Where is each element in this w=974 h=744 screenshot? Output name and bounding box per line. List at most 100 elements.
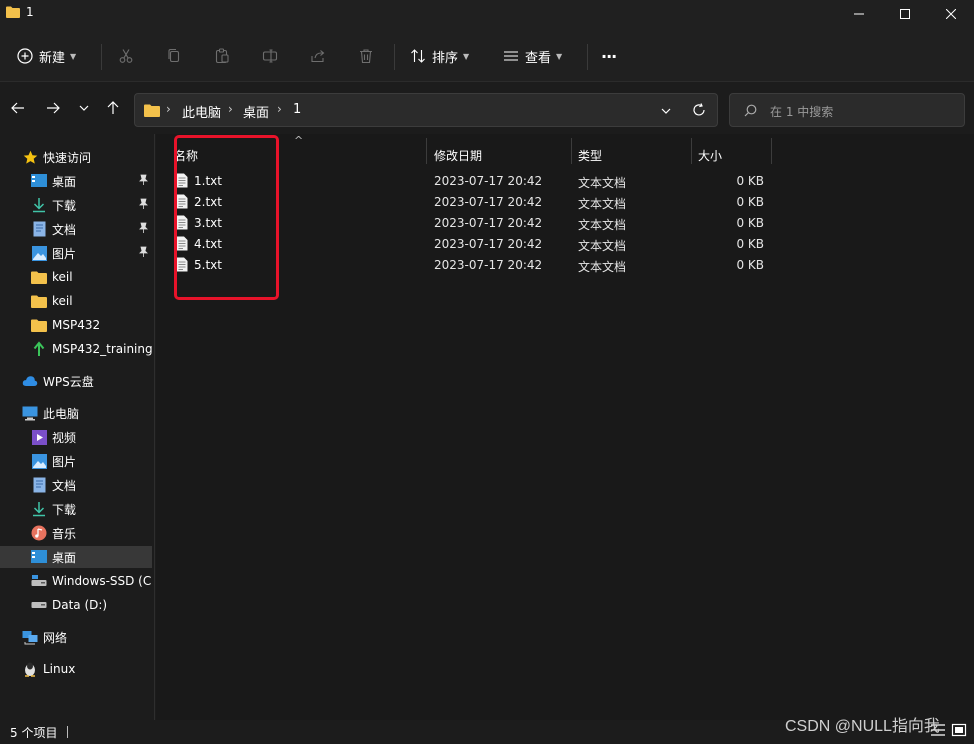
file-date: 2023-07-17 20:42 [434,195,543,209]
star-icon [22,149,38,165]
sidebar-item-videos[interactable]: 视频 [0,426,152,448]
forward-button[interactable] [43,98,63,118]
watermark: CSDN @NULL指向我 [785,718,940,735]
drive-icon [31,573,47,589]
file-size: 0 KB [736,237,764,251]
sort-button[interactable]: 排序 ▼ [410,42,469,70]
sidebar-item-drive-d[interactable]: Data (D:) [0,594,152,616]
sidebar-item-linux[interactable]: Linux [0,658,152,680]
sidebar-item-msp432[interactable]: MSP432 [0,314,152,336]
search-box[interactable]: 在 1 中搜索 [729,93,965,127]
status-divider [67,726,68,738]
address-bar[interactable]: › 此电脑 › 桌面 › 1 [134,93,718,127]
window-title: 1 [26,5,34,19]
chevron-down-icon[interactable] [661,106,671,116]
sidebar-item-pictures[interactable]: 图片 [0,450,152,472]
column-divider[interactable] [691,138,692,164]
cloud-icon [22,373,38,389]
music-icon [31,525,47,541]
breadcrumb-current[interactable]: 1 [293,102,301,117]
sidebar-item-quick-access[interactable]: 快速访问 [0,146,152,168]
download-icon [31,501,47,517]
network-icon [22,629,38,645]
file-type: 文本文档 [578,197,627,211]
maximize-button[interactable] [882,0,928,28]
clipboard-icon [215,48,229,64]
pin-icon[interactable] [137,174,149,186]
share-button[interactable] [310,42,326,70]
sidebar-item-network[interactable]: 网络 [0,626,152,648]
rename-button[interactable] [262,42,278,70]
paste-button[interactable] [214,42,230,70]
column-header-size[interactable]: 大小 [698,142,722,168]
sidebar-item-keil[interactable]: keil [0,266,152,288]
folder-icon [31,269,47,285]
pin-icon[interactable] [137,246,149,258]
breadcrumb-separator: › [277,102,282,116]
up-button[interactable] [103,98,123,118]
item-count: 5 个项目 [10,726,58,740]
video-icon [31,429,47,445]
desktop-icon [31,173,47,189]
view-button[interactable]: 查看 ▼ [503,42,562,70]
more-button[interactable]: ··· [601,42,617,70]
file-size: 0 KB [736,258,764,272]
search-icon [744,104,757,117]
sidebar-item-music[interactable]: 音乐 [0,522,152,544]
column-divider[interactable] [771,138,772,164]
breadcrumb-this-pc[interactable]: 此电脑 [182,102,221,121]
sidebar-item-this-pc[interactable]: 此电脑 [0,402,152,424]
pin-icon[interactable] [137,198,149,210]
delete-button[interactable] [358,42,374,70]
sidebar-item-downloads[interactable]: 下载 [0,194,152,216]
sidebar-item-wps-cloud[interactable]: WPS云盘 [0,370,152,392]
sync-folder-icon [31,341,47,357]
folder-icon [31,293,47,309]
file-date: 2023-07-17 20:42 [434,237,543,251]
large-icons-view-icon[interactable] [950,722,968,738]
picture-icon [31,245,47,261]
column-divider[interactable] [426,138,427,164]
file-date: 2023-07-17 20:42 [434,258,543,272]
column-header-date[interactable]: 修改日期 [434,142,482,168]
share-icon [311,50,325,63]
column-header-type[interactable]: 类型 [578,142,602,168]
sidebar-item-desktop[interactable]: 桌面 [0,546,152,568]
file-type: 文本文档 [578,218,627,232]
recent-locations-button[interactable] [74,98,94,118]
sort-label: 排序 [432,50,459,66]
back-button[interactable] [8,98,28,118]
command-bar: 新建 ▼ 排序 ▼ 查看 ▼ ··· [0,28,974,82]
file-type: 文本文档 [578,239,627,253]
sidebar-item-msp432-training[interactable]: MSP432_training [0,338,152,360]
plus-circle-icon [17,48,33,64]
chevron-down-icon: ▼ [70,51,77,61]
minimize-button[interactable] [836,0,882,28]
sidebar-item-downloads[interactable]: 下载 [0,498,152,520]
desktop-icon [31,549,47,565]
sidebar-item-desktop[interactable]: 桌面 [0,170,152,192]
close-icon [946,9,956,19]
file-type: 文本文档 [578,260,627,274]
breadcrumb-desktop[interactable]: 桌面 [243,102,269,121]
close-button[interactable] [928,0,974,28]
column-divider[interactable] [571,138,572,164]
arrow-right-icon [47,102,60,114]
sidebar-item-documents[interactable]: 文档 [0,474,152,496]
cut-button[interactable] [118,42,134,70]
refresh-icon[interactable] [692,103,706,117]
copy-button[interactable] [166,42,182,70]
sidebar-item-drive-c[interactable]: Windows-SSD (C: [0,570,152,592]
chevron-down-icon: ▼ [556,51,563,61]
computer-icon [22,405,38,421]
navigation-pane: 快速访问 桌面 下载 文档 图片 keil keil MSP432 MSP432… [0,134,155,720]
sidebar-item-documents[interactable]: 文档 [0,218,152,240]
file-size: 0 KB [736,174,764,188]
pin-icon[interactable] [137,222,149,234]
sidebar-item-keil[interactable]: keil [0,290,152,312]
file-date: 2023-07-17 20:42 [434,216,543,230]
sidebar-item-pictures[interactable]: 图片 [0,242,152,264]
scissors-icon [119,49,133,63]
new-button[interactable]: 新建 ▼ [17,42,76,70]
file-type: 文本文档 [578,176,627,190]
